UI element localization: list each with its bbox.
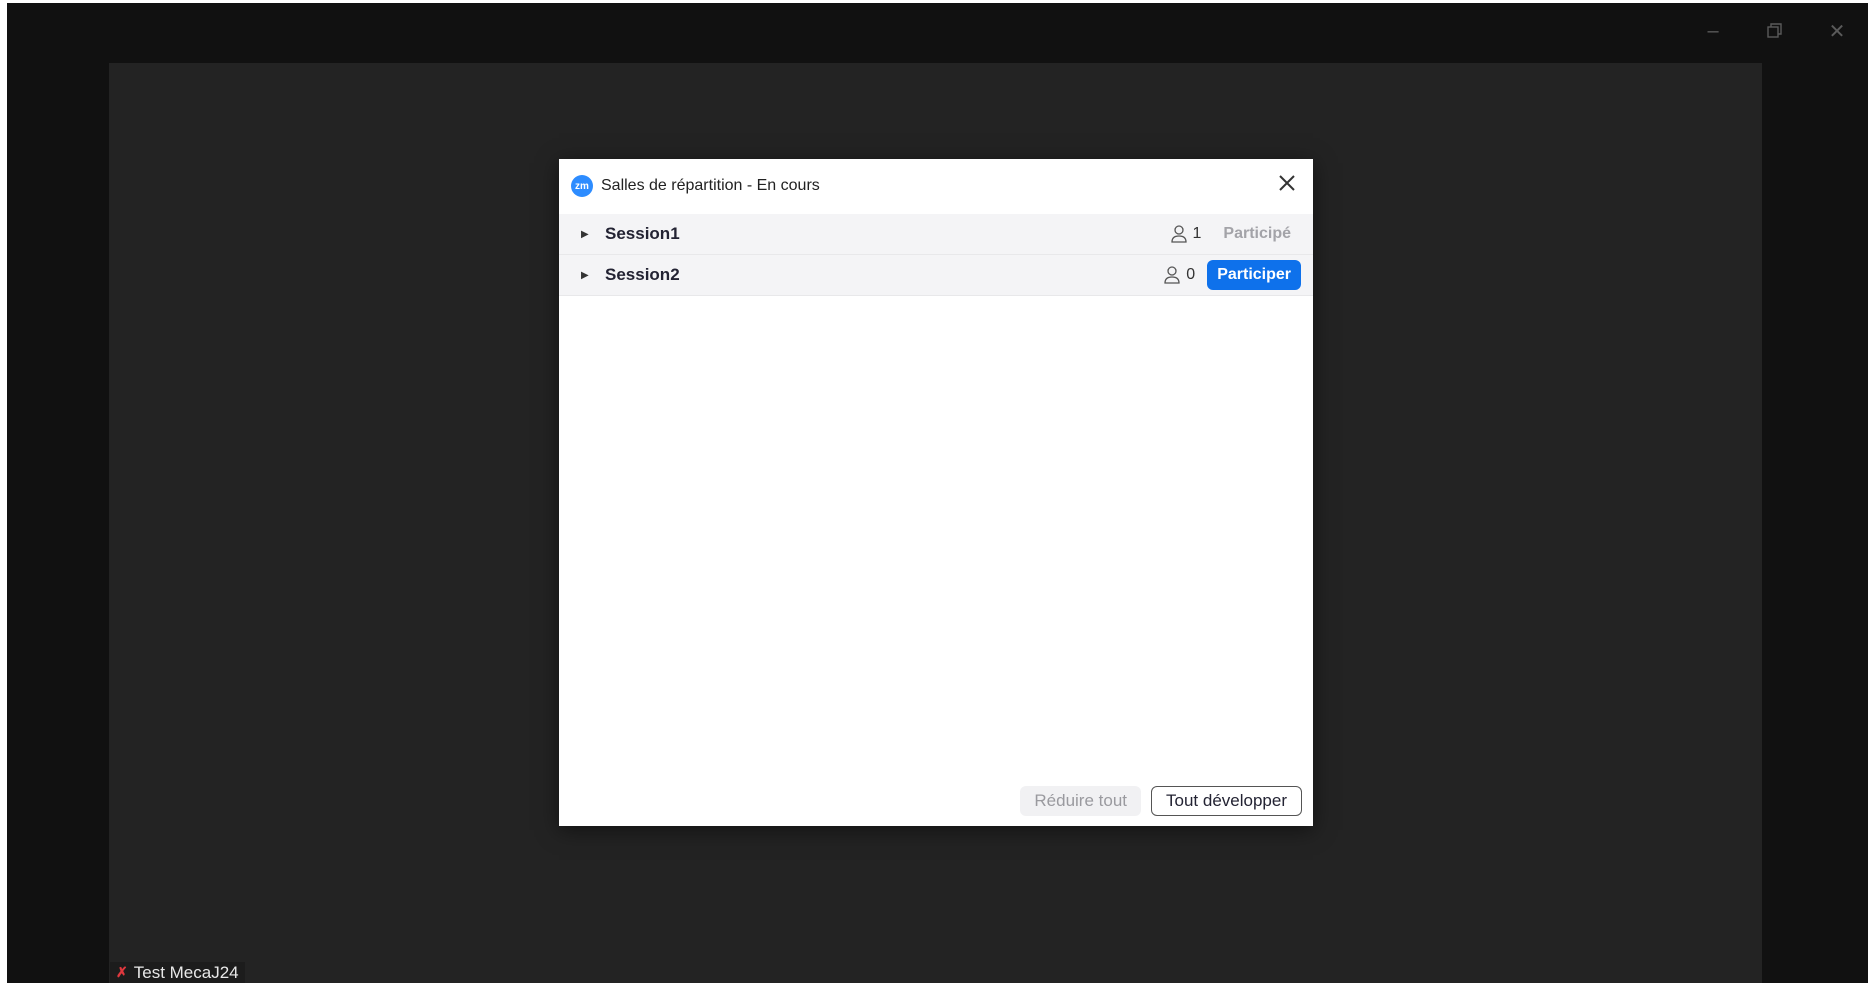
room-row-session1[interactable]: ▶ Session1 1 Participé [559,214,1313,255]
room-controls: 1 Participé [1170,214,1302,254]
breakout-rooms-dialog: zm Salles de répartition - En cours ▶ Se… [559,159,1313,826]
restore-button[interactable] [1744,3,1806,59]
expand-all-button[interactable]: Tout développer [1151,786,1302,816]
close-icon [1279,175,1295,191]
room-list: ▶ Session1 1 Participé ▶ Session2 0 Part… [559,214,1313,296]
joined-label: Participé [1223,225,1291,242]
window-close-button[interactable]: ✕ [1806,3,1868,59]
participant-count: 0 [1186,266,1196,283]
participant-name-tag: ✗ Test MecaJ24 [110,962,245,983]
participant-name: Test MecaJ24 [133,962,239,982]
minimize-button[interactable]: – [1682,3,1744,59]
collapse-all-button[interactable]: Réduire tout [1020,786,1142,816]
room-name: Session1 [605,224,680,243]
close-button[interactable] [1273,169,1301,197]
room-row-session2[interactable]: ▶ Session2 0 Participer [559,255,1313,296]
participant-count: 1 [1192,225,1202,242]
dialog-header: zm Salles de répartition - En cours [571,171,820,201]
expand-chevron-icon[interactable]: ▶ [581,270,593,281]
mic-muted-icon: ✗ [116,964,128,980]
dialog-title: Salles de répartition - En cours [601,177,820,194]
expand-chevron-icon[interactable]: ▶ [581,229,593,240]
person-icon [1164,266,1180,284]
person-icon [1170,225,1187,243]
window-controls: – ✕ [1682,3,1868,59]
join-button[interactable]: Participer [1207,260,1301,290]
room-name: Session2 [605,265,680,284]
zoom-logo-icon: zm [571,175,593,197]
restore-icon [1767,23,1782,38]
room-controls: 0 Participer [1164,255,1301,295]
dialog-footer: Réduire tout Tout développer [1020,786,1302,816]
